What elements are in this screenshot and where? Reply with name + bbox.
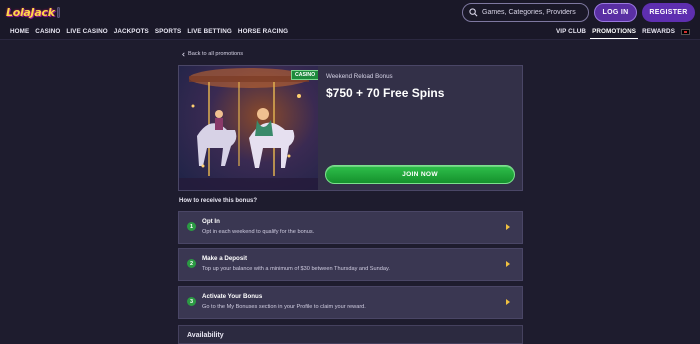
flag-icon[interactable] [681, 28, 690, 35]
step-activate-bonus[interactable]: 3 Activate Your Bonus Go to the My Bonus… [178, 286, 523, 319]
step-opt-in[interactable]: 1 Opt In Opt in each weekend to qualify … [178, 211, 523, 244]
back-chevron-icon [182, 52, 185, 56]
how-to-title: How to receive this bonus? [179, 198, 258, 204]
casino-badge: CASINO [291, 70, 318, 80]
search-box[interactable] [462, 3, 589, 22]
search-icon [469, 8, 478, 17]
logo-text: LolaJack [6, 6, 55, 19]
search-input[interactable] [482, 9, 582, 16]
step-description: Go to the My Bonuses section in your Pro… [202, 304, 366, 310]
nav-item-home[interactable]: HOME [10, 28, 29, 35]
login-button[interactable]: LOG IN [594, 3, 637, 22]
availability-title: Availability [187, 332, 224, 339]
join-now-button[interactable]: JOIN NOW [325, 165, 515, 184]
register-button[interactable]: REGISTER [642, 3, 695, 22]
nav-item-rewards[interactable]: REWARDS [642, 28, 675, 35]
step-description: Opt in each weekend to qualify for the b… [202, 229, 315, 235]
availability-section[interactable]: Availability [178, 325, 523, 344]
top-header: LolaJack LOG IN REGISTER [0, 0, 700, 25]
promo-subtitle: Weekend Reload Bonus [326, 73, 393, 80]
chevron-right-icon [506, 224, 510, 230]
promo-title: $750 + 70 Free Spins [326, 86, 445, 100]
nav-item-jackpots[interactable]: JACKPOTS [114, 28, 149, 35]
nav-item-horse-racing[interactable]: HORSE RACING [238, 28, 288, 35]
nav-right-group: VIP CLUB PROMOTIONS REWARDS [556, 28, 690, 39]
back-link[interactable]: Back to all promotions [181, 51, 243, 57]
nav-left-group: HOME CASINO LIVE CASINO JACKPOTS SPORTS … [10, 28, 288, 35]
promo-image: CASINO [179, 66, 318, 190]
nav-item-vip-club[interactable]: VIP CLUB [556, 28, 586, 35]
step-number: 2 [187, 259, 196, 268]
chevron-right-icon [506, 299, 510, 305]
nav-item-promotions[interactable]: PROMOTIONS [590, 28, 639, 39]
nav-item-casino[interactable]: CASINO [35, 28, 60, 35]
step-title: Make a Deposit [202, 255, 248, 262]
carousel-illustration [179, 68, 318, 190]
step-description: Top up your balance with a minimum of $3… [202, 266, 390, 272]
step-title: Opt In [202, 218, 220, 225]
chevron-right-icon [506, 261, 510, 267]
back-link-label: Back to all promotions [188, 51, 244, 57]
nav-item-live-casino[interactable]: LIVE CASINO [66, 28, 107, 35]
step-number: 3 [187, 297, 196, 306]
nav-item-sports[interactable]: SPORTS [155, 28, 182, 35]
promo-card: CASINO Weekend Reload Bonus $750 + 70 Fr… [178, 65, 523, 191]
step-number: 1 [187, 222, 196, 231]
nav-item-live-betting[interactable]: LIVE BETTING [187, 28, 232, 35]
logo-badge-icon [56, 7, 60, 18]
main-nav: HOME CASINO LIVE CASINO JACKPOTS SPORTS … [0, 25, 700, 40]
step-make-deposit[interactable]: 2 Make a Deposit Top up your balance wit… [178, 248, 523, 281]
site-logo[interactable]: LolaJack [6, 4, 60, 21]
step-title: Activate Your Bonus [202, 293, 263, 300]
